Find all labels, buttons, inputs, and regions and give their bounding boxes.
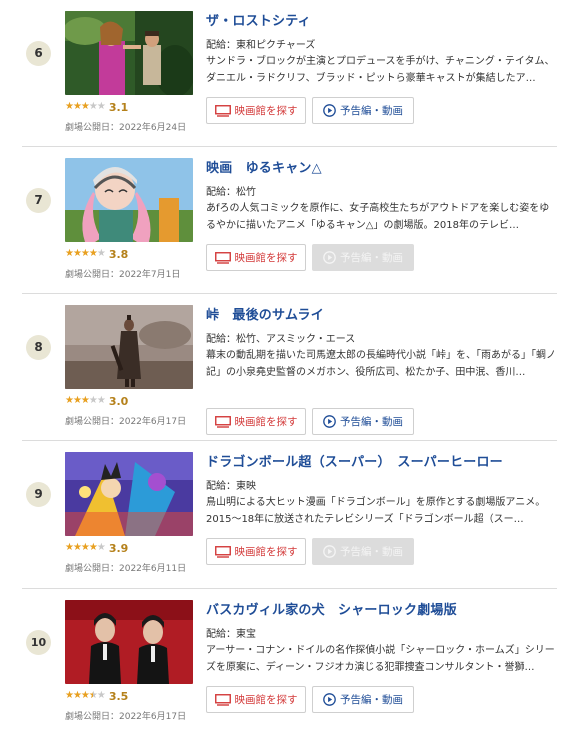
rating-score: 3.8 bbox=[108, 247, 129, 261]
movie-description: あfろの人気コミックを原作に、女子高校生たちがアウトドアを楽しむ姿をゆるやかに描… bbox=[206, 203, 550, 231]
movie-poster-thumbnail[interactable] bbox=[65, 305, 193, 389]
star-rating-icon: ★★★★★★ bbox=[65, 690, 106, 701]
trailer-button[interactable]: 予告編・動画 bbox=[312, 408, 414, 435]
trailer-label: 予告編・動画 bbox=[340, 252, 403, 264]
rating: ★★★★★ 3.8 bbox=[65, 247, 128, 261]
star-rating-icon: ★★★★★ bbox=[65, 395, 106, 406]
distributor: 配給：東宝 bbox=[206, 629, 256, 640]
trailer-button[interactable]: 予告編・動画 bbox=[312, 686, 414, 713]
play-icon bbox=[323, 251, 336, 264]
distributor: 配給：東和ピクチャーズ bbox=[206, 40, 316, 51]
rating: ★★★★★ 3.1 bbox=[65, 100, 128, 114]
find-theater-button[interactable]: 映画館を探す bbox=[206, 538, 306, 565]
rank-badge: 10 bbox=[26, 630, 51, 655]
rating-score: 3.1 bbox=[108, 100, 129, 114]
movie-description: 幕末の動乱期を描いた司馬遼太郎の長編時代小説「峠」を、「雨あがる」「蜩ノ記」の小… bbox=[206, 350, 556, 378]
play-icon bbox=[323, 545, 336, 558]
find-theater-button[interactable]: 映画館を探す bbox=[206, 97, 306, 124]
ranking-list: 6 ★★★★★ 3.1 劇場公開日：2022年6月24日 ザ・ロストシティ 配給… bbox=[0, 0, 575, 735]
rank-badge: 7 bbox=[26, 188, 51, 213]
ranking-item: 9 ★★★★★ 3.9 劇場公開日：2022年6月11日 ドラゴンボール超（スー… bbox=[22, 441, 557, 589]
find-theater-label: 映画館を探す bbox=[234, 416, 298, 428]
movie-description: サンドラ・ブロックが主演とプロデュースを手がけ、チャニング・テイタム、ダニエル・… bbox=[206, 56, 555, 84]
rating: ★★★★★ 3.0 bbox=[65, 394, 128, 408]
play-icon bbox=[323, 104, 336, 117]
trailer-label: 予告編・動画 bbox=[340, 105, 403, 117]
ranking-item: 10 ★★★★★★ 3.5 劇場公開日：2022年6月17日 バスカヴィル家の犬… bbox=[22, 589, 557, 735]
distributor: 配給：松竹 bbox=[206, 187, 256, 198]
ranking-item: 6 ★★★★★ 3.1 劇場公開日：2022年6月24日 ザ・ロストシティ 配給… bbox=[22, 0, 557, 147]
rating: ★★★★★★ 3.5 bbox=[65, 689, 128, 703]
movie-title-link[interactable]: 峠 最後のサムライ bbox=[206, 304, 324, 323]
star-rating-icon: ★★★★★ bbox=[65, 101, 106, 112]
release-date: 劇場公開日：2022年6月24日 bbox=[65, 123, 187, 133]
release-date: 劇場公開日：2022年7月1日 bbox=[65, 270, 181, 280]
theater-screen-icon bbox=[214, 104, 231, 117]
movie-title-link[interactable]: バスカヴィル家の犬 シャーロック劇場版 bbox=[206, 599, 457, 618]
find-theater-button[interactable]: 映画館を探す bbox=[206, 408, 306, 435]
trailer-button-disabled: 予告編・動画 bbox=[312, 244, 414, 271]
movie-poster-thumbnail[interactable] bbox=[65, 600, 193, 684]
trailer-button[interactable]: 予告編・動画 bbox=[312, 97, 414, 124]
find-theater-button[interactable]: 映画館を探す bbox=[206, 244, 306, 271]
movie-title-link[interactable]: 映画 ゆるキャン△ bbox=[206, 157, 322, 176]
theater-screen-icon bbox=[214, 251, 231, 264]
star-rating-icon: ★★★★★ bbox=[65, 248, 106, 259]
trailer-button-disabled: 予告編・動画 bbox=[312, 538, 414, 565]
find-theater-label: 映画館を探す bbox=[234, 546, 298, 558]
movie-description: 鳥山明による大ヒット漫画「ドラゴンボール」を原作とする劇場版アニメ。2015～1… bbox=[206, 497, 546, 525]
play-icon bbox=[323, 693, 336, 706]
star-rating-icon: ★★★★★ bbox=[65, 542, 106, 553]
rank-badge: 9 bbox=[26, 482, 51, 507]
release-date: 劇場公開日：2022年6月17日 bbox=[65, 417, 187, 427]
play-icon bbox=[323, 415, 336, 428]
movie-poster-thumbnail[interactable] bbox=[65, 452, 193, 536]
rating-score: 3.5 bbox=[108, 689, 129, 703]
ranking-item: 7 ★★★★★ 3.8 劇場公開日：2022年7月1日 映画 ゆるキャン△ 配給… bbox=[22, 147, 557, 294]
find-theater-label: 映画館を探す bbox=[234, 694, 298, 706]
rating-score: 3.9 bbox=[108, 541, 129, 555]
movie-poster-thumbnail[interactable] bbox=[65, 11, 193, 95]
distributor: 配給：東映 bbox=[206, 481, 256, 492]
movie-poster-thumbnail[interactable] bbox=[65, 158, 193, 242]
trailer-label: 予告編・動画 bbox=[340, 694, 403, 706]
find-theater-label: 映画館を探す bbox=[234, 252, 298, 264]
distributor: 配給：松竹、アスミック・エース bbox=[206, 334, 356, 345]
movie-description: アーサー・コナン・ドイルの名作探偵小説「シャーロック・ホームズ」シリーズを原案に… bbox=[206, 645, 555, 673]
rating-score: 3.0 bbox=[108, 394, 129, 408]
movie-title-link[interactable]: ザ・ロストシティ bbox=[206, 10, 311, 29]
rating: ★★★★★ 3.9 bbox=[65, 541, 128, 555]
find-theater-label: 映画館を探す bbox=[234, 105, 298, 117]
movie-title-link[interactable]: ドラゴンボール超（スーパー） スーパーヒーロー bbox=[206, 451, 503, 470]
trailer-label: 予告編・動画 bbox=[340, 546, 403, 558]
theater-screen-icon bbox=[214, 545, 231, 558]
rank-badge: 6 bbox=[26, 41, 51, 66]
release-date: 劇場公開日：2022年6月17日 bbox=[65, 712, 187, 722]
rank-badge: 8 bbox=[26, 335, 51, 360]
find-theater-button[interactable]: 映画館を探す bbox=[206, 686, 306, 713]
theater-screen-icon bbox=[214, 693, 231, 706]
release-date: 劇場公開日：2022年6月11日 bbox=[65, 564, 187, 574]
trailer-label: 予告編・動画 bbox=[340, 416, 403, 428]
ranking-item: 8 ★★★★★ 3.0 劇場公開日：2022年6月17日 峠 最後のサムライ 配… bbox=[22, 294, 557, 441]
theater-screen-icon bbox=[214, 415, 231, 428]
